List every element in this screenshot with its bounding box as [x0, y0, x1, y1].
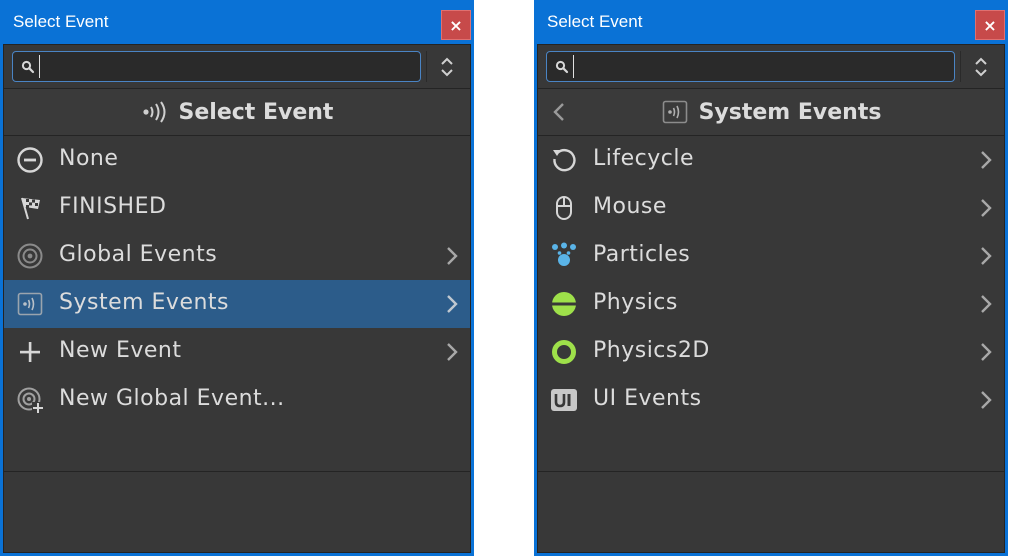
search-box[interactable]: [546, 51, 955, 82]
menu-item-ui-events[interactable]: UI Events: [538, 376, 1004, 424]
menu-item-label: New Event: [59, 338, 182, 363]
menu-item-label: New Global Event...: [59, 386, 285, 411]
search-icon: [21, 60, 35, 74]
broadcast-icon: [142, 101, 166, 123]
event-list: None FINISHED Global Events System Event…: [4, 136, 470, 472]
menu-item-label: None: [59, 146, 119, 171]
up-down-chevron-icon: [974, 57, 987, 76]
physics2d-icon: [552, 340, 576, 364]
menu-item-global-events[interactable]: Global Events: [4, 232, 470, 280]
menu-item-new-event[interactable]: New Event: [4, 328, 470, 376]
chevron-right-icon: [981, 151, 992, 169]
particles-icon: [552, 242, 576, 266]
system-events-icon: [662, 100, 687, 124]
chevron-right-icon: [981, 391, 992, 409]
system-events-icon: [17, 292, 43, 316]
menu-item-label: Lifecycle: [593, 146, 695, 171]
title-bar[interactable]: Select Event ×: [3, 0, 471, 44]
search-input[interactable]: [573, 55, 948, 78]
mouse-icon: [556, 196, 572, 220]
menu-item-physics2d[interactable]: Physics2D: [538, 328, 1004, 376]
chevron-right-icon: [981, 295, 992, 313]
menu-header-title: Select Event: [178, 99, 334, 125]
menu-header: Select Event: [4, 89, 470, 136]
menu-item-label: System Events: [59, 290, 230, 315]
target-icon: [17, 243, 43, 269]
footer-area: [4, 472, 470, 550]
menu-item-mouse[interactable]: Mouse: [538, 184, 1004, 232]
select-event-window-left: Select Event × Select Event None FINISHE…: [0, 0, 474, 556]
physics-icon: [551, 292, 577, 316]
menu-item-system-events[interactable]: System Events: [4, 280, 470, 328]
chevron-right-icon: [981, 199, 992, 217]
menu-item-label: Global Events: [59, 242, 218, 267]
target-plus-icon: [17, 387, 44, 414]
event-browser-panel: System Events Lifecycle Mouse Particles …: [537, 44, 1005, 553]
search-row: [4, 45, 470, 89]
search-box[interactable]: [12, 51, 421, 82]
menu-header: System Events: [538, 89, 1004, 136]
close-button[interactable]: ×: [441, 10, 471, 40]
sort-toggle-button[interactable]: [426, 51, 466, 82]
sort-toggle-button[interactable]: [960, 51, 1000, 82]
menu-item-label: Physics: [593, 290, 678, 315]
up-down-chevron-icon: [440, 57, 453, 76]
minus-circle-icon: [17, 147, 43, 173]
menu-item-new-global-event[interactable]: New Global Event...: [4, 376, 470, 424]
search-row: [538, 45, 1004, 89]
menu-item-particles[interactable]: Particles: [538, 232, 1004, 280]
title-bar[interactable]: Select Event ×: [537, 0, 1005, 44]
window-title: Select Event: [547, 12, 643, 31]
back-chevron-icon[interactable]: [548, 100, 572, 124]
chevron-right-icon: [981, 343, 992, 361]
ui-icon: [551, 389, 577, 411]
chevron-right-icon: [447, 343, 458, 361]
checkered-flag-icon: [21, 197, 40, 220]
window-title: Select Event: [13, 12, 109, 31]
menu-item-lifecycle[interactable]: Lifecycle: [538, 136, 1004, 184]
menu-item-label: UI Events: [593, 386, 702, 411]
footer-area: [538, 472, 1004, 550]
chevron-right-icon: [447, 247, 458, 265]
menu-item-label: Physics2D: [593, 338, 710, 363]
close-button[interactable]: ×: [975, 10, 1005, 40]
chevron-right-icon: [981, 247, 992, 265]
select-event-window-right: Select Event × System Events Lifecycle M…: [534, 0, 1008, 556]
menu-header-title: System Events: [698, 99, 882, 125]
menu-item-label: Particles: [593, 242, 691, 267]
event-browser-panel: Select Event None FINISHED Global Events…: [3, 44, 471, 553]
search-input[interactable]: [39, 55, 414, 78]
event-list: Lifecycle Mouse Particles Physics Physic…: [538, 136, 1004, 472]
search-icon: [555, 60, 569, 74]
menu-item-label: Mouse: [593, 194, 667, 219]
menu-item-none[interactable]: None: [4, 136, 470, 184]
chevron-right-icon: [447, 295, 458, 313]
menu-item-label: FINISHED: [59, 194, 167, 219]
menu-item-finished[interactable]: FINISHED: [4, 184, 470, 232]
menu-item-physics[interactable]: Physics: [538, 280, 1004, 328]
cycle-icon: [553, 148, 576, 172]
plus-icon: [20, 342, 40, 362]
